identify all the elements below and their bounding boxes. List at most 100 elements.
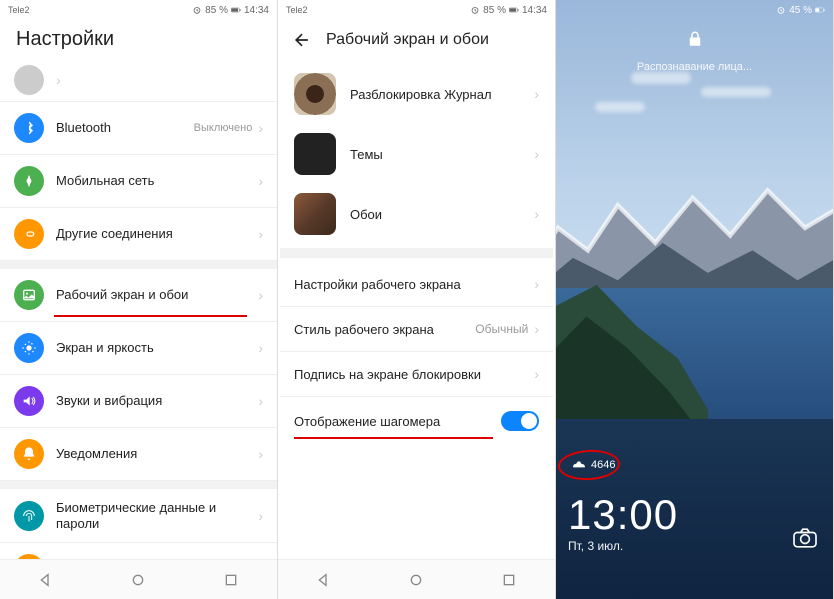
back-arrow-icon[interactable] (292, 30, 312, 50)
battery-icon (231, 5, 241, 15)
lock-area: Распознавание лица... (556, 28, 833, 73)
item-home-settings[interactable]: Настройки рабочего экрана › (280, 262, 553, 307)
setting-label: Другие соединения (56, 226, 258, 242)
nav-home-button[interactable] (128, 570, 148, 590)
chevron-right-icon: › (534, 276, 539, 292)
clock-time: 13:00 (568, 491, 678, 539)
item-label: Обои (350, 207, 534, 222)
item-home-style[interactable]: Стиль рабочего экрана Обычный › (280, 307, 553, 352)
setting-label: Уведомления (56, 446, 258, 462)
nav-home-button[interactable] (406, 570, 426, 590)
home-wallpaper-list: Разблокировка Журнал › Темы › Обои › Нас… (278, 64, 555, 445)
status-bar: 45 % (556, 0, 833, 20)
image-icon (14, 280, 44, 310)
status-time: 14:34 (522, 5, 547, 16)
step-counter-badge[interactable]: 4646 (562, 456, 625, 474)
setting-icon-placeholder (14, 65, 44, 95)
chevron-right-icon: › (258, 446, 263, 462)
carrier-label: Tele2 (286, 5, 308, 15)
item-label: Настройки рабочего экрана (294, 277, 534, 292)
chevron-right-icon: › (258, 393, 263, 409)
link-icon (14, 219, 44, 249)
item-value: Обычный (475, 322, 528, 336)
status-bar: Tele2 85 % 14:34 (278, 0, 555, 20)
battery-pct: 85 % (205, 5, 228, 16)
setting-bluetooth[interactable]: Bluetooth Выключено › (0, 102, 277, 155)
chevron-right-icon: › (258, 340, 263, 356)
battery-icon (509, 5, 519, 15)
status-right: 45 % (776, 5, 825, 16)
thumb-wallpaper (294, 193, 336, 235)
status-right: 85 % 14:34 (470, 5, 547, 16)
item-label: Разблокировка Журнал (350, 87, 534, 102)
step-counter-toggle[interactable] (501, 411, 539, 431)
chevron-right-icon: › (258, 508, 263, 524)
clock-date: Пт, 3 июл. (568, 539, 678, 553)
setting-partial[interactable]: › (0, 65, 277, 102)
chevron-right-icon: › (534, 146, 539, 162)
status-right: 85 % 14:34 (192, 5, 269, 16)
settings-title: Настройки (0, 20, 277, 65)
home-wallpaper-panel: Tele2 85 % 14:34 Рабочий экран и обои Ра… (278, 0, 556, 599)
divider (0, 481, 277, 489)
setting-display[interactable]: Экран и яркость › (0, 322, 277, 375)
camera-shortcut-icon[interactable] (791, 527, 819, 549)
setting-home-wallpaper[interactable]: Рабочий экран и обои › (0, 269, 277, 322)
android-navbar (0, 559, 277, 599)
chevron-right-icon: › (258, 120, 263, 136)
alarm-icon (470, 5, 480, 15)
setting-other-connections[interactable]: Другие соединения › (0, 208, 277, 261)
divider (280, 248, 553, 258)
nav-recent-button[interactable] (499, 570, 519, 590)
setting-biometrics[interactable]: Биометрические данные и пароли › (0, 489, 277, 543)
face-recognition-text: Распознавание лица... (556, 61, 833, 73)
chevron-right-icon: › (258, 226, 263, 242)
battery-icon (815, 5, 825, 15)
chevron-right-icon: › (258, 287, 263, 303)
lock-screen-panel: 45 % Распознавание лица... 4646 13:00 Пт… (556, 0, 834, 599)
setting-mobile[interactable]: Мобильная сеть › (0, 155, 277, 208)
chevron-right-icon: › (534, 86, 539, 102)
item-label: Темы (350, 147, 534, 162)
status-time: 14:34 (244, 5, 269, 16)
bluetooth-icon (14, 113, 44, 143)
android-navbar (278, 559, 555, 599)
bell-icon (14, 439, 44, 469)
settings-list: › Bluetooth Выключено › Мобильная сеть ›… (0, 65, 277, 595)
setting-sounds[interactable]: Звуки и вибрация › (0, 375, 277, 428)
mobile-network-icon (14, 166, 44, 196)
item-step-counter[interactable]: Отображение шагомера (280, 397, 553, 445)
chevron-right-icon: › (534, 321, 539, 337)
thumb-themes (294, 133, 336, 175)
setting-label: Bluetooth (56, 120, 194, 136)
clock-area: 13:00 Пт, 3 июл. (568, 491, 678, 553)
setting-label: Звуки и вибрация (56, 393, 258, 409)
setting-label: Биометрические данные и пароли (56, 500, 258, 531)
battery-pct: 45 % (789, 5, 812, 16)
chevron-right-icon: › (534, 366, 539, 382)
setting-label: Рабочий экран и обои (56, 287, 258, 303)
nav-back-button[interactable] (314, 570, 334, 590)
chevron-right-icon: › (534, 206, 539, 222)
battery-pct: 85 % (483, 5, 506, 16)
item-themes[interactable]: Темы › (280, 124, 553, 184)
nav-recent-button[interactable] (221, 570, 241, 590)
divider (0, 261, 277, 269)
item-label: Отображение шагомера (294, 414, 501, 429)
thumb-magazine (294, 73, 336, 115)
setting-label: Мобильная сеть (56, 173, 258, 189)
highlight-underline (54, 315, 247, 317)
setting-notifications[interactable]: Уведомления › (0, 428, 277, 481)
carrier-label: Tele2 (8, 5, 30, 15)
item-wallpaper[interactable]: Обои › (280, 184, 553, 244)
item-lock-signature[interactable]: Подпись на экране блокировки › (280, 352, 553, 397)
setting-value: Выключено (194, 122, 253, 134)
chevron-right-icon: › (258, 173, 263, 189)
brightness-icon (14, 333, 44, 363)
volume-icon (14, 386, 44, 416)
nav-back-button[interactable] (36, 570, 56, 590)
status-bar: Tele2 85 % 14:34 (0, 0, 277, 20)
panel-title: Рабочий экран и обои (326, 31, 489, 49)
item-magazine-unlock[interactable]: Разблокировка Журнал › (280, 64, 553, 124)
item-label: Стиль рабочего экрана (294, 322, 475, 337)
